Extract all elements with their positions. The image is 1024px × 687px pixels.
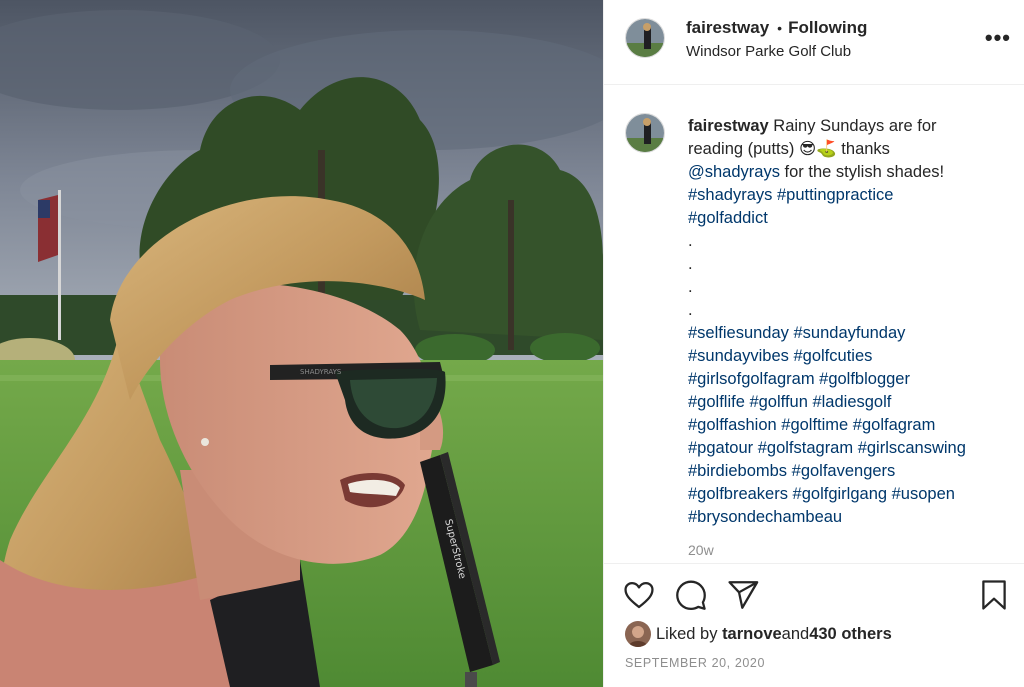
caption-text-2: reading (putts) 😎⛳ thanks [688, 140, 890, 158]
photo-image: SHADYRAYS SuperStroke [0, 0, 603, 687]
more-options-icon[interactable]: ••• [985, 27, 1011, 49]
mention-link[interactable]: @shadyrays [688, 163, 780, 181]
action-bar: Liked by tarnove and 430 others SEPTEMBE… [604, 563, 1024, 687]
hashtag-line[interactable]: #selfiesunday #sundayfunday [688, 322, 1016, 345]
bookmark-icon[interactable] [977, 578, 1011, 612]
caption-dot: . [688, 232, 693, 250]
caption-text-1: Rainy Sundays are for [768, 117, 937, 135]
hashtag-line[interactable]: #birdiebombs #golfavengers [688, 460, 1016, 483]
author-avatar[interactable] [625, 18, 665, 58]
post-date[interactable]: SEPTEMBER 20, 2020 [625, 656, 765, 670]
likes-count[interactable]: 430 others [809, 625, 892, 644]
author-username[interactable]: fairestway [686, 17, 769, 39]
hashtag-line[interactable]: #golffashion #golftime #golfagram [688, 414, 1016, 437]
share-icon[interactable] [726, 578, 760, 612]
post-header: fairestway • Following Windsor Parke Gol… [604, 0, 1024, 85]
caption-avatar[interactable] [625, 113, 665, 153]
hashtag-line[interactable]: #sundayvibes #golfcuties [688, 345, 1016, 368]
following-button[interactable]: Following [788, 17, 867, 39]
liker-avatar[interactable] [625, 621, 651, 647]
caption-section: fairestway Rainy Sundays are for reading… [604, 85, 1024, 563]
hashtag-line[interactable]: #golfbreakers #golfgirlgang #usopen [688, 483, 1016, 506]
likes-summary: Liked by tarnove and 430 others [625, 621, 892, 647]
caption-timestamp[interactable]: 20w [688, 542, 714, 558]
post-panel: fairestway • Following Windsor Parke Gol… [603, 0, 1024, 687]
liker-username[interactable]: tarnove [722, 625, 782, 644]
caption-username[interactable]: fairestway [688, 117, 769, 135]
caption-text-3: for the stylish shades! [779, 163, 945, 181]
header-separator: • [777, 20, 783, 36]
hashtag-line[interactable]: #girlsofgolfagram #golfblogger [688, 368, 1016, 391]
caption-dot: . [688, 301, 693, 319]
liked-by-label: Liked by [656, 624, 718, 643]
post-photo[interactable]: SHADYRAYS SuperStroke [0, 0, 603, 687]
comment-icon[interactable] [674, 578, 708, 612]
hashtag-line[interactable]: #brysondechambeau [688, 506, 1016, 529]
likes-and-label: and [781, 624, 810, 643]
heart-icon[interactable] [622, 578, 656, 612]
caption-dot: . [688, 278, 693, 296]
location-link[interactable]: Windsor Parke Golf Club [686, 42, 867, 62]
hashtag-line[interactable]: #pgatour #golfstagram #girlscanswing [688, 437, 1016, 460]
caption-text: fairestway Rainy Sundays are for reading… [688, 115, 1016, 529]
sunglasses-logo: SHADYRAYS [300, 368, 342, 376]
hashtag-line[interactable]: #shadyrays #puttingpractice [688, 184, 1016, 207]
caption-dot: . [688, 255, 693, 273]
hashtag-line[interactable]: #golflife #golffun #ladiesgolf [688, 391, 1016, 414]
hashtag-line[interactable]: #golfaddict [688, 207, 1016, 230]
